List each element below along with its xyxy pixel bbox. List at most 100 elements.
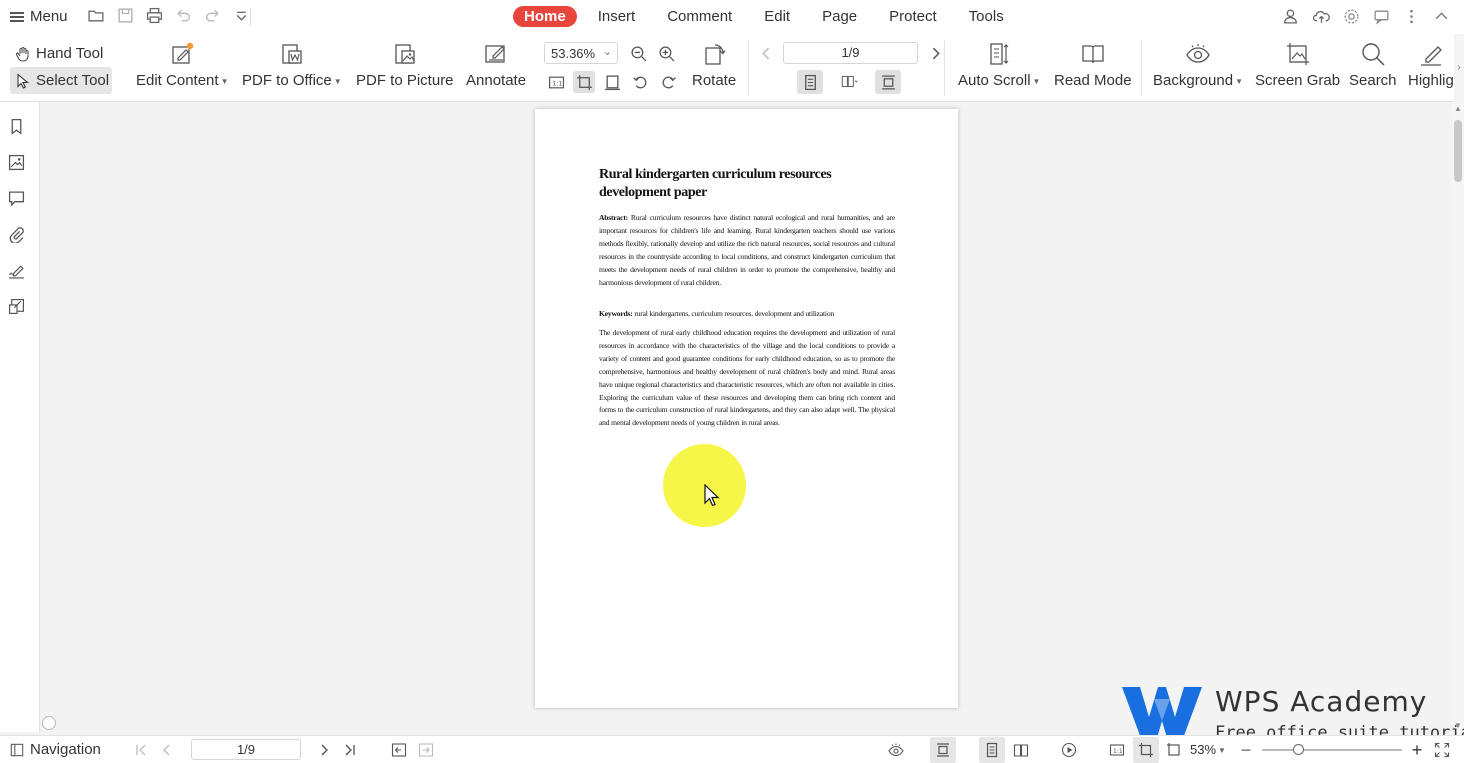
next-page-icon[interactable] bbox=[924, 42, 946, 64]
pdf-to-word-icon bbox=[278, 40, 306, 68]
actual-size-icon[interactable]: 1:1 bbox=[545, 71, 567, 93]
fit-page-icon[interactable] bbox=[1133, 737, 1159, 763]
quick-access-toolbar bbox=[88, 7, 250, 24]
annotate-button[interactable]: Annotate bbox=[466, 40, 526, 89]
tab-tools[interactable]: Tools bbox=[958, 6, 1015, 27]
signature-icon[interactable] bbox=[8, 262, 26, 280]
ribbon-separator bbox=[1141, 40, 1142, 96]
status-page-value: 1/9 bbox=[236, 742, 256, 757]
auto-scroll-label: Auto Scroll bbox=[958, 72, 1031, 89]
redo-icon[interactable] bbox=[204, 7, 221, 24]
tab-insert[interactable]: Insert bbox=[587, 6, 647, 27]
rotate-button[interactable]: Rotate bbox=[692, 40, 736, 89]
continuous-view-icon[interactable] bbox=[875, 70, 901, 94]
main-menu-button[interactable]: Menu bbox=[10, 8, 68, 25]
undo-icon[interactable] bbox=[175, 7, 192, 24]
feedback-chat-icon[interactable] bbox=[1372, 7, 1390, 25]
search-label: Search bbox=[1349, 72, 1397, 89]
status-page-input[interactable]: 1/9 bbox=[191, 739, 301, 760]
bookmark-icon[interactable] bbox=[8, 118, 26, 136]
last-page-icon[interactable] bbox=[341, 741, 359, 759]
hamburger-icon bbox=[10, 11, 24, 22]
auto-scroll-button[interactable]: Auto Scroll ▼ bbox=[958, 40, 1040, 89]
previous-page-icon[interactable] bbox=[158, 741, 176, 759]
forward-view-icon[interactable] bbox=[417, 741, 435, 759]
fullscreen-icon[interactable] bbox=[1433, 741, 1451, 759]
tab-protect[interactable]: Protect bbox=[878, 6, 948, 27]
fit-width-icon[interactable] bbox=[1165, 741, 1183, 759]
page-number-input[interactable]: 1/9 bbox=[783, 42, 918, 64]
zoom-in-plus-icon[interactable]: + bbox=[1408, 740, 1426, 760]
back-view-icon[interactable] bbox=[390, 741, 408, 759]
save-icon[interactable] bbox=[117, 7, 134, 24]
annotate-pen-icon bbox=[482, 40, 510, 68]
upload-cloud-icon[interactable] bbox=[1312, 7, 1330, 25]
toolbar-divider bbox=[250, 8, 251, 26]
watermark-title: WPS Academy bbox=[1215, 685, 1428, 718]
select-tool-button[interactable]: Select Tool bbox=[10, 67, 112, 94]
scroll-up-icon[interactable]: ▲ bbox=[1454, 104, 1462, 113]
print-icon[interactable] bbox=[146, 7, 163, 24]
account-icon[interactable] bbox=[1282, 7, 1300, 25]
tab-home[interactable]: Home bbox=[513, 6, 577, 27]
keywords-text: rural kindergartens, curriculum resource… bbox=[634, 309, 835, 318]
abstract-label: Abstract: bbox=[599, 213, 628, 222]
zoom-out-icon[interactable] bbox=[627, 42, 649, 64]
sidebar-toggle-handle[interactable] bbox=[42, 716, 56, 730]
attachment-paperclip-icon[interactable] bbox=[8, 226, 26, 244]
ribbon-scroll-right-icon[interactable]: › bbox=[1454, 34, 1464, 102]
pdf-to-picture-button[interactable]: PDF to Picture bbox=[356, 40, 454, 89]
zoom-level-select[interactable]: 53.36% ⌄ bbox=[544, 42, 618, 64]
eye-protection-icon[interactable] bbox=[887, 741, 905, 759]
previous-page-icon[interactable] bbox=[755, 42, 777, 64]
background-button[interactable]: Background ▼ bbox=[1153, 40, 1243, 89]
rotate-left-icon[interactable] bbox=[629, 71, 651, 93]
zoom-out-minus-icon[interactable]: − bbox=[1237, 740, 1255, 760]
two-page-view-icon[interactable] bbox=[835, 70, 863, 92]
scrollbar-thumb[interactable] bbox=[1454, 120, 1462, 182]
chevron-down-icon: ⌄ bbox=[602, 46, 612, 58]
search-button[interactable]: Search bbox=[1349, 40, 1397, 89]
tab-comment[interactable]: Comment bbox=[656, 6, 743, 27]
pdf-to-office-label: PDF to Office bbox=[242, 72, 332, 89]
open-folder-icon[interactable] bbox=[88, 7, 105, 24]
dual-page-icon[interactable] bbox=[1012, 741, 1030, 759]
vertical-scrollbar[interactable]: ▲ ▼ bbox=[1452, 102, 1464, 732]
rotate-right-icon[interactable] bbox=[657, 71, 679, 93]
actual-size-icon[interactable]: 1:1 bbox=[1108, 741, 1126, 759]
fit-width-icon[interactable] bbox=[601, 71, 623, 93]
customize-toolbar-icon[interactable] bbox=[233, 7, 250, 24]
zoom-slider-knob[interactable] bbox=[1293, 744, 1304, 755]
first-page-icon[interactable] bbox=[132, 741, 150, 759]
edit-content-button[interactable]: Edit Content ▼ bbox=[136, 40, 228, 89]
single-page-view-icon[interactable] bbox=[797, 70, 823, 94]
zoom-in-icon[interactable] bbox=[655, 42, 677, 64]
more-options-icon[interactable] bbox=[1402, 7, 1420, 25]
continuous-scroll-icon[interactable] bbox=[930, 737, 956, 763]
read-mode-button[interactable]: Read Mode bbox=[1054, 40, 1132, 89]
next-page-icon[interactable] bbox=[315, 741, 333, 759]
navigation-toggle[interactable]: Navigation bbox=[10, 741, 101, 758]
highlight-button[interactable]: Highlig bbox=[1408, 40, 1454, 89]
play-slideshow-icon[interactable] bbox=[1060, 741, 1078, 759]
status-bar: Navigation 1/9 1:1 53% ▼ − + bbox=[0, 735, 1464, 763]
thumbnails-icon[interactable] bbox=[8, 154, 26, 172]
settings-gear-icon[interactable] bbox=[1342, 7, 1360, 25]
comments-icon[interactable] bbox=[8, 190, 26, 208]
eye-icon bbox=[1184, 40, 1212, 68]
pdf-to-office-button[interactable]: PDF to Office ▼ bbox=[242, 40, 342, 89]
single-page-icon[interactable] bbox=[979, 737, 1005, 763]
tab-edit[interactable]: Edit bbox=[753, 6, 801, 27]
zoom-slider[interactable] bbox=[1262, 744, 1402, 755]
hand-tool-button[interactable]: Hand Tool bbox=[10, 40, 112, 67]
screen-grab-button[interactable]: Screen Grab bbox=[1255, 40, 1340, 89]
read-mode-label: Read Mode bbox=[1054, 72, 1132, 89]
keywords-paragraph: Keywords: rural kindergartens, curriculu… bbox=[599, 308, 895, 321]
zoom-level-value: 53.36% bbox=[551, 46, 596, 61]
tab-page[interactable]: Page bbox=[811, 6, 868, 27]
image-extract-icon[interactable] bbox=[8, 298, 26, 316]
collapse-ribbon-icon[interactable] bbox=[1432, 7, 1450, 25]
main-menu-label: Menu bbox=[30, 8, 68, 25]
zoom-percentage-dropdown[interactable]: 53% ▼ bbox=[1190, 742, 1226, 757]
fit-page-icon[interactable] bbox=[573, 71, 595, 93]
